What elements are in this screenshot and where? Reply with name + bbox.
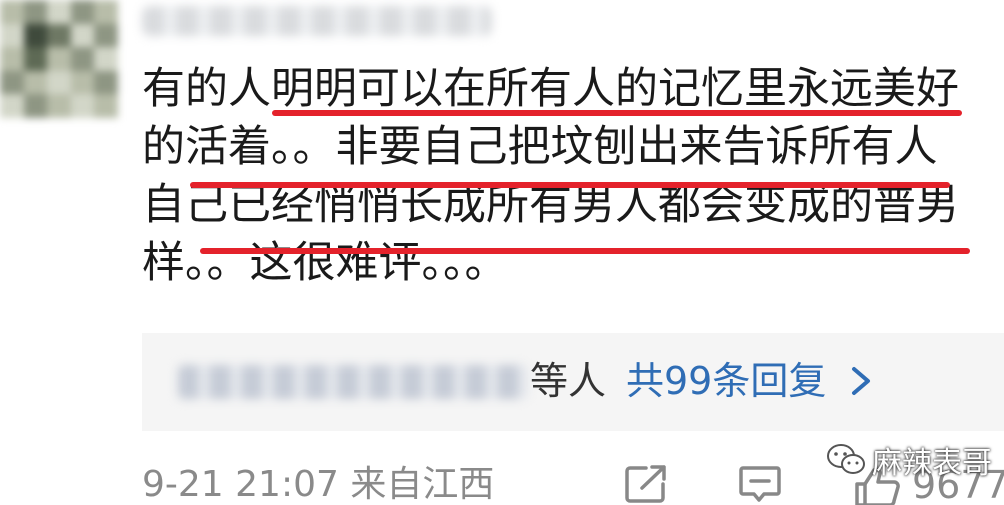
comment-text: 有的人明明可以在所有人的记忆里永远美好 的活着。。非要自己把坟刨出来告诉所有人 … [142, 60, 982, 292]
watermark: 麻辣表哥 [826, 440, 992, 481]
replies-preview[interactable]: 等人 共99条回复 [142, 333, 1004, 431]
replies-suffix: 等人 [530, 359, 607, 403]
reply-usernames-blurred [178, 365, 528, 399]
highlight-underline [190, 182, 950, 188]
username-blurred[interactable] [142, 6, 492, 36]
avatar[interactable] [0, 0, 118, 118]
highlight-underline [200, 248, 970, 254]
chevron-right-icon[interactable] [842, 359, 882, 403]
wechat-logo-icon [827, 444, 865, 474]
comment-line: 样。。这很难评。。。 [142, 238, 508, 288]
watermark-text: 麻辣表哥 [872, 446, 992, 481]
comment-line: 的活着。。非要自己把坟刨出来告诉所有人 [142, 122, 938, 172]
comment-card: 有的人明明可以在所有人的记忆里永远美好 的活着。。非要自己把坟刨出来告诉所有人 … [0, 0, 1004, 505]
share-icon[interactable] [624, 464, 668, 504]
post-time-location: 9-21 21:07 来自江西 [142, 464, 495, 505]
highlight-underline [272, 110, 962, 116]
comment-icon[interactable] [738, 464, 782, 504]
view-replies-link[interactable]: 共99条回复 [626, 355, 826, 407]
